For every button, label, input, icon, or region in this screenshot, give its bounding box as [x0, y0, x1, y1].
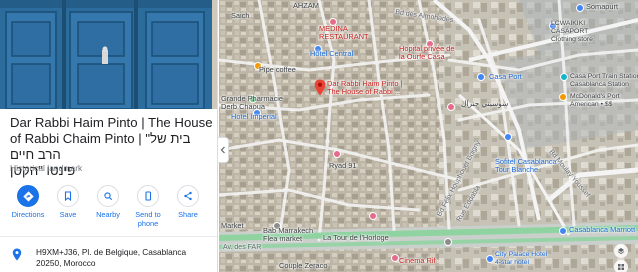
map-canvas[interactable]: AHZAM Saich MEDINA RESTAURANT Bd des Alm… — [219, 0, 638, 272]
place-photo[interactable] — [0, 0, 217, 109]
share-label: Share — [178, 210, 198, 219]
directions-label: Directions — [11, 210, 45, 219]
map-layers-icon[interactable] — [614, 244, 628, 258]
save-label: Save — [59, 210, 77, 219]
map-grid-icon[interactable] — [614, 260, 628, 272]
map-label-mcdonalds: McDonald's Port American • $$ — [570, 93, 620, 108]
map-label-pipe-coffee: Pipe coffee — [259, 65, 296, 74]
share-icon — [177, 185, 199, 207]
map-label-city-palace: City Palace Hotel 4-star hotel — [495, 251, 548, 266]
map-label-saich: Saich — [231, 11, 250, 20]
send-to-phone-button[interactable]: Send to phone — [130, 185, 166, 229]
map-label-grande-pharmacie: Grande Pharmacie Derb Chaoua — [221, 94, 284, 111]
poi-city-palace-icon[interactable] — [486, 255, 494, 263]
map-label-av-far: Av. des FAR — [223, 244, 262, 251]
place-category: Historical landmark — [10, 163, 83, 173]
poi-station-icon[interactable] — [477, 73, 485, 81]
map-label-medina-restaurant: MEDINA RESTAURANT — [319, 24, 369, 41]
location-pin-icon — [12, 248, 22, 261]
poi-marriott-icon[interactable] — [559, 227, 567, 235]
poi-sofitel-icon[interactable] — [504, 133, 512, 141]
collapse-panel-button[interactable] — [218, 137, 229, 163]
poi-train-station-icon[interactable] — [560, 73, 568, 81]
chevron-left-icon — [220, 146, 225, 154]
address-row[interactable]: H9XM+J36, Pl. de Belgique, Casablanca 20… — [0, 243, 217, 272]
map-label-hotel-imperial: Hotel Imperial — [231, 112, 277, 121]
send-to-phone-icon — [137, 185, 159, 207]
map-label-market: Market — [221, 221, 244, 230]
poi-somapurt-icon[interactable] — [576, 4, 584, 12]
poi-mcdonalds-icon[interactable] — [559, 93, 567, 101]
directions-icon — [17, 185, 39, 207]
send-to-phone-label: Send to phone — [135, 210, 161, 228]
map-label-hotel-central: Hôtel Central — [310, 49, 354, 58]
map-label-casa-port: Casa Port — [489, 72, 522, 81]
nearby-label: Nearby — [96, 210, 120, 219]
poi-landmark-icon[interactable] — [444, 238, 452, 246]
map-label-tour-horloge: La Tour de l'Horloge — [323, 233, 389, 242]
map-label-couple-zeraco: Couple Zeraco — [279, 261, 328, 270]
selected-place-marker-icon[interactable] — [314, 79, 326, 96]
map-label-hopital: Hopital privée de la Ourfe Casa — [399, 44, 455, 61]
poi-shop-icon[interactable] — [447, 103, 455, 111]
place-side-panel: Dar Rabbi Haim Pinto | The House of Rabb… — [0, 0, 218, 272]
save-button[interactable]: Save — [50, 185, 86, 229]
map-label-arabic-sign: سوسيتي جنرال — [461, 99, 509, 108]
map-label-sofitel: Sofitel Casablanca Tour Blanche — [495, 157, 557, 174]
nearby-button[interactable]: Nearby — [90, 185, 126, 229]
map-label-bab-marrakech: Bab Marrakech Flea market — [263, 226, 314, 243]
place-title-english: Dar Rabbi Haim Pinto | The House of Rabb… — [10, 115, 213, 162]
map-label-rabbi-house: Dar Rabbi Haim Pinto | The House of Rabb… — [327, 79, 403, 96]
bookmark-icon — [57, 185, 79, 207]
map-label-lcwaikiki: LCWAIKIKI CASAPORT Clothing store — [551, 20, 593, 43]
nearby-icon — [97, 185, 119, 207]
poi-cinema-icon[interactable] — [391, 254, 399, 262]
map-label-ryad: Ryad 91 — [329, 161, 357, 170]
directions-button[interactable]: Directions — [10, 185, 46, 229]
map-label-marriott: Casablanca Marriott — [569, 225, 636, 234]
map-label-cinema-rif: Cinema Rif — [399, 256, 436, 265]
poi-ryad-icon[interactable] — [333, 150, 341, 158]
map-label-somapurt: Somapurt — [586, 2, 619, 11]
action-bar: Directions Save Nearby Send to phone Sha… — [0, 185, 217, 229]
map-label-casa-port-station: Casa Port Train Station Casablanca Stati… — [570, 73, 638, 88]
map-label-ahzam: AHZAM — [293, 1, 319, 10]
share-button[interactable]: Share — [170, 185, 206, 229]
address-text: H9XM+J36, Pl. de Belgique, Casablanca 20… — [36, 247, 187, 268]
panel-divider — [0, 236, 217, 237]
blue-door-photo — [0, 0, 217, 109]
poi-market-icon[interactable] — [369, 212, 377, 220]
